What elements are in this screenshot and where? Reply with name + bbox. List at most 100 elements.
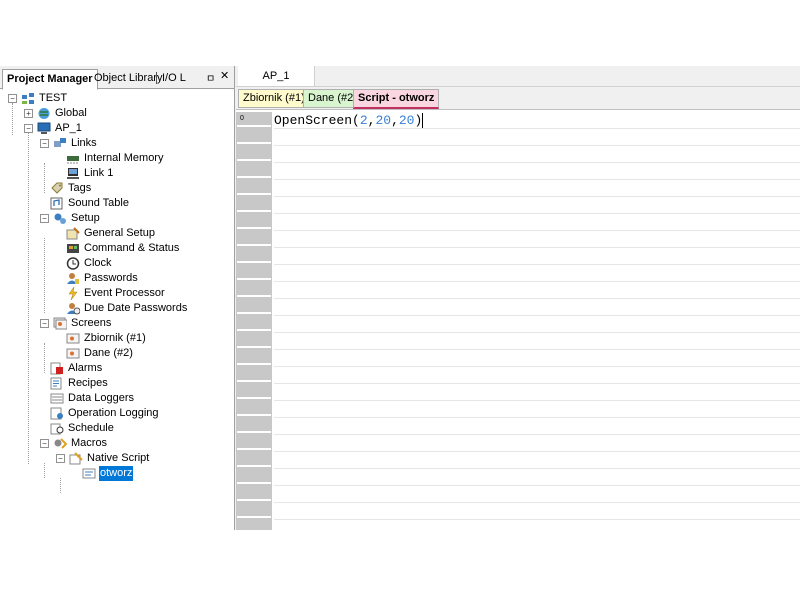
tree-item-label: Data Loggers: [68, 392, 135, 404]
code-line[interactable]: [274, 486, 800, 503]
collapse-icon[interactable]: −: [40, 439, 49, 448]
setup-icon: [66, 227, 80, 240]
logger-icon: [50, 392, 64, 405]
tree-item-otworz[interactable]: otworz: [82, 466, 134, 481]
tree-item-label: Global: [55, 107, 87, 119]
tree-item-label: Sound Table: [68, 197, 129, 209]
code-line[interactable]: [274, 418, 800, 435]
screen-tab-zbiornik[interactable]: Zbiornik (#1): [238, 89, 310, 108]
collapse-icon[interactable]: −: [56, 454, 65, 463]
gutter-cell: [237, 197, 271, 212]
expand-icon[interactable]: +: [24, 109, 33, 118]
tree-item-global[interactable]: + Global: [24, 106, 88, 121]
code-text[interactable]: OpenScreen(2,20,20): [274, 112, 424, 129]
code-line[interactable]: [274, 163, 800, 180]
tree-item-native-script[interactable]: − Native Script: [56, 451, 150, 466]
code-line[interactable]: [274, 384, 800, 401]
tree-item-alarms[interactable]: Alarms: [50, 361, 103, 376]
document-tab-ap1[interactable]: AP_1: [238, 66, 315, 86]
panel-tab-bar: Project Manager Object Library I/O L ㅁ ✕: [0, 66, 234, 90]
tree-item-command-status[interactable]: Command & Status: [66, 241, 180, 256]
tree-item-schedule[interactable]: Schedule: [50, 421, 115, 436]
tree-item-recipes[interactable]: Recipes: [50, 376, 109, 391]
tree-item-clock[interactable]: Clock: [66, 256, 113, 271]
schedule-icon: [50, 422, 64, 435]
sound-icon: [50, 197, 64, 210]
tree-item-zbiornik[interactable]: Zbiornik (#1): [66, 331, 147, 346]
code-line[interactable]: [274, 265, 800, 282]
tab-separator: [156, 72, 157, 84]
tree-item-link1[interactable]: Link 1: [66, 166, 114, 181]
tree-item-macros[interactable]: − Macros: [40, 436, 108, 451]
code-line[interactable]: [274, 214, 800, 231]
gutter-cell: [237, 435, 271, 450]
script-icon: [69, 452, 83, 465]
code-line[interactable]: [274, 180, 800, 197]
tree-item-internal-memory[interactable]: Internal Memory: [66, 151, 164, 166]
code-line[interactable]: [274, 248, 800, 265]
tab-io[interactable]: I/O L: [158, 69, 190, 88]
gutter-cell: [237, 316, 271, 331]
code-line[interactable]: [274, 452, 800, 469]
tree-item-label: Link 1: [84, 167, 114, 179]
tree-item-data-loggers[interactable]: Data Loggers: [50, 391, 135, 406]
code-line[interactable]: [274, 401, 800, 418]
tree-item-general-setup[interactable]: General Setup: [66, 226, 156, 241]
code-line[interactable]: [274, 469, 800, 486]
tree-item-links[interactable]: − Links: [40, 136, 98, 151]
tree-item-setup[interactable]: − Setup: [40, 211, 101, 226]
code-line[interactable]: [274, 435, 800, 452]
code-line[interactable]: [274, 350, 800, 367]
gutter-cell: [237, 350, 271, 365]
code-line[interactable]: [274, 316, 800, 333]
code-line[interactable]: [274, 146, 800, 163]
code-line[interactable]: [274, 333, 800, 350]
tab-project-manager[interactable]: Project Manager: [2, 69, 98, 90]
tree-item-label: Command & Status: [84, 242, 180, 254]
command-icon: [66, 242, 80, 255]
macros-icon: [53, 437, 67, 450]
tree-item-label: Operation Logging: [68, 407, 159, 419]
collapse-icon[interactable]: −: [40, 139, 49, 148]
collapse-icon[interactable]: −: [24, 124, 33, 133]
code-line[interactable]: [274, 197, 800, 214]
tree-item-operation-logging[interactable]: Operation Logging: [50, 406, 160, 421]
code-line[interactable]: [274, 231, 800, 248]
code-line[interactable]: [274, 129, 800, 146]
code-line[interactable]: OpenScreen(2,20,20): [274, 112, 800, 129]
code-line[interactable]: [274, 367, 800, 384]
tree-item-label: Alarms: [68, 362, 103, 374]
tree-item-due-date-passwords[interactable]: Due Date Passwords: [66, 301, 188, 316]
pin-icon[interactable]: ㅁ: [206, 70, 215, 85]
gutter-cell: [237, 248, 271, 263]
tree-item-test[interactable]: − TEST: [8, 91, 68, 106]
tree-item-label: Schedule: [68, 422, 114, 434]
collapse-icon[interactable]: −: [8, 94, 17, 103]
line-number: 0: [240, 115, 244, 122]
close-icon[interactable]: ✕: [220, 69, 229, 82]
code-line[interactable]: [274, 299, 800, 316]
tree-item-ap1[interactable]: − AP_1: [24, 121, 83, 136]
script-editor[interactable]: 0 OpenScreen(2,20,20): [236, 112, 800, 530]
tree-item-dane[interactable]: Dane (#2): [66, 346, 134, 361]
screen-icon: [66, 332, 80, 345]
tree-item-label: AP_1: [55, 122, 82, 134]
code-lines[interactable]: OpenScreen(2,20,20): [274, 112, 800, 530]
alarm-icon: [50, 362, 64, 375]
gutter-cell: [237, 401, 271, 416]
tree-item-tags[interactable]: Tags: [50, 181, 92, 196]
screen-tab-script-otworz[interactable]: Script - otworz: [353, 89, 440, 109]
tree-item-screens[interactable]: − Screens: [40, 316, 112, 331]
tab-object-library[interactable]: Object Library: [90, 69, 166, 88]
tree-item-passwords[interactable]: Passwords: [66, 271, 139, 286]
gutter-cell: [237, 146, 271, 161]
tree-item-event-processor[interactable]: Event Processor: [66, 286, 166, 301]
tree-item-sound-table[interactable]: Sound Table: [50, 196, 130, 211]
code-line[interactable]: [274, 282, 800, 299]
code-line[interactable]: [274, 503, 800, 520]
collapse-icon[interactable]: −: [40, 319, 49, 328]
screens-icon: [53, 317, 67, 330]
gutter-cell: [237, 384, 271, 399]
gutter-cell: [237, 486, 271, 501]
collapse-icon[interactable]: −: [40, 214, 49, 223]
